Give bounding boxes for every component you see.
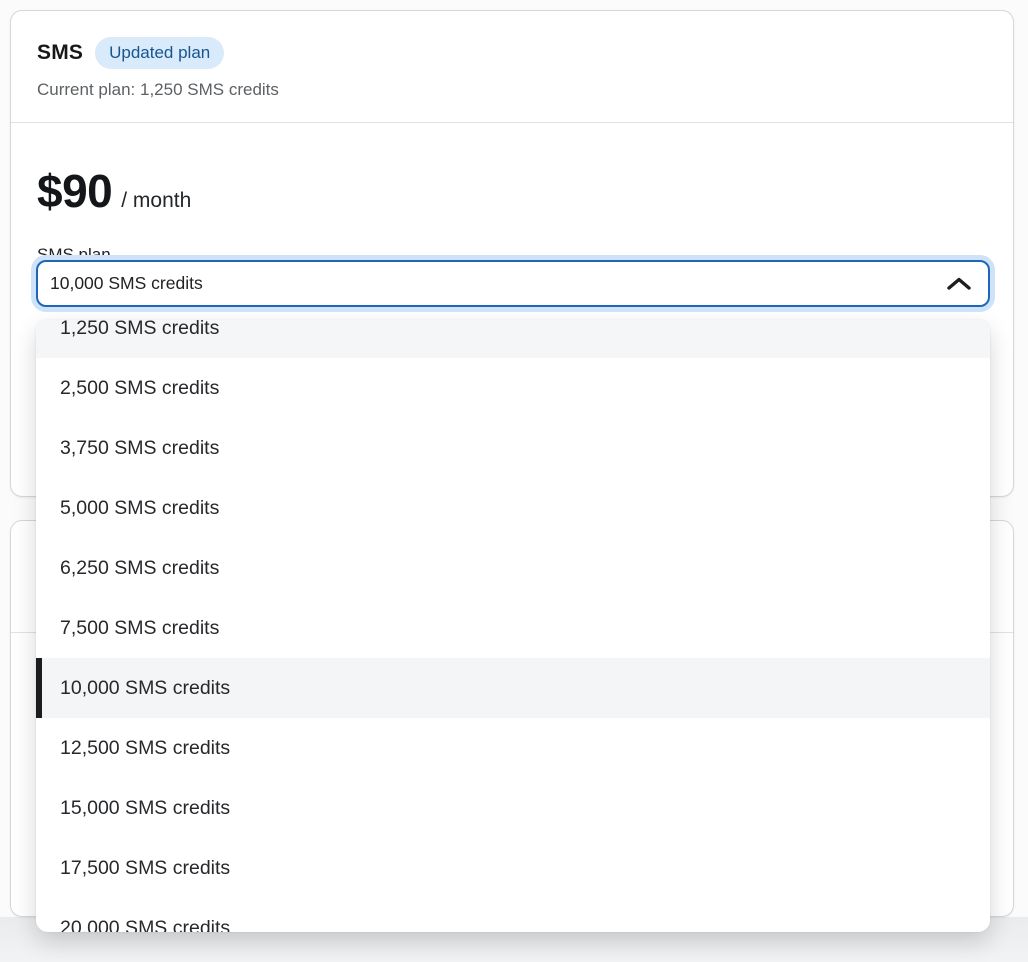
billing-page: SMS Updated plan Current plan: 1,250 SMS… <box>0 0 1028 962</box>
sms-plan-option[interactable]: 20,000 SMS credits <box>36 898 990 932</box>
sms-plan-dropdown: 1,250 SMS credits 2,500 SMS credits 3,75… <box>36 320 990 932</box>
sms-plan-option[interactable]: 1,250 SMS credits <box>36 320 990 358</box>
sms-plan-option[interactable]: 15,000 SMS credits <box>36 778 990 838</box>
sms-plan-select-value: 10,000 SMS credits <box>50 273 203 294</box>
sms-plan-option[interactable]: 10,000 SMS credits <box>36 658 990 718</box>
price-row: $90 / month <box>37 164 987 218</box>
current-plan-text: Current plan: 1,250 SMS credits <box>37 80 987 100</box>
sms-plan-option[interactable]: 17,500 SMS credits <box>36 838 990 898</box>
price-amount: $90 <box>37 164 112 218</box>
updated-plan-badge: Updated plan <box>95 37 224 69</box>
sms-plan-option[interactable]: 6,250 SMS credits <box>36 538 990 598</box>
sms-plan-options-list: 1,250 SMS credits 2,500 SMS credits 3,75… <box>36 320 990 932</box>
sms-plan-option[interactable]: 3,750 SMS credits <box>36 418 990 478</box>
sms-plan-select[interactable]: 10,000 SMS credits <box>36 260 990 307</box>
sms-plan-option[interactable]: 2,500 SMS credits <box>36 358 990 418</box>
sms-card-header: SMS Updated plan Current plan: 1,250 SMS… <box>11 11 1013 123</box>
sms-plan-option[interactable]: 7,500 SMS credits <box>36 598 990 658</box>
sms-plan-option[interactable]: 12,500 SMS credits <box>36 718 990 778</box>
chevron-up-icon <box>946 276 972 292</box>
selected-indicator-bar <box>36 658 42 718</box>
sms-card-body: $90 / month SMS plan <box>11 164 1013 265</box>
sms-title: SMS <box>37 41 83 65</box>
sms-title-row: SMS Updated plan <box>37 37 987 69</box>
sms-plan-option[interactable]: 5,000 SMS credits <box>36 478 990 538</box>
price-period: / month <box>121 189 191 213</box>
